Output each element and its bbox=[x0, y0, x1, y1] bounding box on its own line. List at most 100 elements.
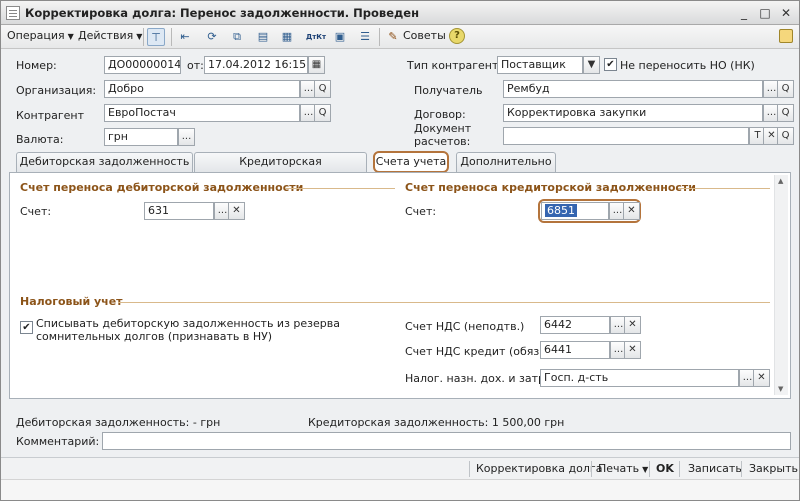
writeoff-label: Списывать дебиторскую задолженность из р… bbox=[36, 317, 340, 330]
actions-menu[interactable]: Действия ▼ bbox=[78, 29, 142, 42]
vertical-scrollbar[interactable]: ▲ ▼ bbox=[774, 175, 788, 395]
command-separator bbox=[469, 461, 470, 477]
credit-account-field[interactable]: 6851 bbox=[541, 202, 609, 220]
recipient-label: Получатель bbox=[414, 84, 483, 97]
help-icon[interactable]: ? bbox=[449, 28, 465, 44]
command-separator bbox=[679, 461, 680, 477]
tab-receivables[interactable]: Дебиторская задолженность bbox=[16, 152, 193, 172]
currency-label: Валюта: bbox=[16, 133, 64, 146]
print-menu[interactable]: Печать ▼ bbox=[598, 462, 648, 475]
contract-label: Договор: bbox=[414, 108, 466, 121]
close-icon[interactable]: ✕ bbox=[753, 369, 770, 387]
calendar-icon[interactable]: ▦ bbox=[308, 56, 325, 74]
search-icon[interactable]: Q bbox=[777, 104, 794, 122]
copy-icon[interactable]: ⧉ bbox=[228, 28, 246, 46]
window-title: Корректировка долга: Перенос задолженнос… bbox=[25, 6, 420, 20]
save-button[interactable]: Записать bbox=[688, 462, 742, 475]
debit-account-label: Счет: bbox=[20, 205, 52, 218]
number-field[interactable]: ДО00000014 bbox=[104, 56, 181, 74]
comment-label: Комментарий: bbox=[16, 435, 100, 448]
writeoff-checkbox[interactable]: ✔ bbox=[20, 321, 33, 334]
based-on-icon[interactable]: ▤ bbox=[254, 28, 272, 46]
document-window: Корректировка долга: Перенос задолженнос… bbox=[0, 0, 800, 501]
vat-unconfirmed-field[interactable]: 6442 bbox=[540, 316, 610, 334]
comment-field[interactable] bbox=[102, 432, 791, 450]
organization-label: Организация: bbox=[16, 84, 97, 97]
title-bar: Корректировка долга: Перенос задолженнос… bbox=[1, 1, 799, 25]
chevron-down-icon[interactable]: ▼ bbox=[583, 56, 600, 74]
tab-accounts[interactable]: Счета учета bbox=[373, 151, 449, 173]
correction-button[interactable]: Корректировка долга bbox=[476, 462, 602, 475]
section-divider bbox=[678, 188, 770, 189]
currency-select-button[interactable]: ... bbox=[178, 128, 195, 146]
bottom-command-bar: Корректировка долга Печать ▼ OK Записать … bbox=[1, 457, 799, 479]
report-icon[interactable]: ▣ bbox=[331, 28, 349, 46]
tax-purpose-label: Налог. назн. дох. и затр.: bbox=[405, 372, 553, 385]
close-icon[interactable]: ✕ bbox=[228, 202, 245, 220]
status-bar bbox=[1, 479, 799, 500]
counterparty-field[interactable]: ЕвроПостач bbox=[104, 104, 300, 122]
vat-unconfirmed-label: Счет НДС (неподтв.) bbox=[405, 320, 525, 333]
writeoff-label-2: сомнительных долгов (признавать в НУ) bbox=[36, 330, 273, 343]
document-icon bbox=[6, 6, 20, 20]
close-button[interactable]: ✕ bbox=[778, 5, 794, 21]
tax-purpose-field[interactable]: Госп. д-сть bbox=[540, 369, 739, 387]
debit-section-title: Счет переноса дебиторской задолженности bbox=[20, 181, 304, 194]
refresh-icon[interactable]: ⟳ bbox=[203, 28, 221, 46]
command-separator bbox=[591, 461, 592, 477]
toolbar-separator bbox=[171, 28, 172, 46]
ok-button[interactable]: OK bbox=[656, 462, 674, 475]
close-icon[interactable]: ✕ bbox=[624, 316, 641, 334]
minimize-button[interactable]: _ bbox=[736, 5, 752, 21]
date-label: от: bbox=[187, 59, 204, 72]
command-separator bbox=[649, 461, 650, 477]
vat-credit-field[interactable]: 6441 bbox=[540, 341, 610, 359]
structure-sub-icon[interactable]: ▦ bbox=[278, 28, 296, 46]
no-transfer-checkbox[interactable]: ✔ bbox=[604, 58, 617, 71]
credit-total: Кредиторская задолженность: 1 500,00 грн bbox=[308, 416, 565, 429]
credit-section-title: Счет переноса кредиторской задолженности bbox=[405, 181, 696, 194]
toolbar-separator bbox=[143, 28, 144, 46]
tab-payables[interactable]: Кредиторская задолженность bbox=[194, 152, 367, 186]
lock-icon[interactable] bbox=[779, 29, 793, 43]
maximize-button[interactable]: □ bbox=[757, 5, 773, 21]
tab-panel-accounts: Счет переноса дебиторской задолженности … bbox=[9, 172, 791, 399]
date-field[interactable]: 17.04.2012 16:15:23 bbox=[204, 56, 308, 74]
tax-section-title: Налоговый учет bbox=[20, 295, 123, 308]
debit-account-field[interactable]: 631 bbox=[144, 202, 214, 220]
command-separator bbox=[741, 461, 742, 477]
search-icon[interactable]: Q bbox=[777, 127, 794, 145]
organization-field[interactable]: Добро bbox=[104, 80, 300, 98]
dtkt-icon[interactable]: ДтКт bbox=[306, 28, 326, 46]
currency-field[interactable]: грн bbox=[104, 128, 178, 146]
close-form-button[interactable]: Закрыть bbox=[749, 462, 798, 475]
contractor-type-label: Тип контрагента: bbox=[407, 59, 509, 72]
credit-account-label: Счет: bbox=[405, 205, 437, 218]
search-icon[interactable]: Q bbox=[314, 104, 331, 122]
no-transfer-label: Не переносить НО (НК) bbox=[620, 59, 755, 72]
operation-menu[interactable]: Операция ▼ bbox=[7, 29, 74, 42]
contractor-type-select[interactable]: Поставщик bbox=[497, 56, 583, 74]
tab-additional[interactable]: Дополнительно bbox=[456, 152, 556, 172]
settlement-doc-label: Документ bbox=[414, 122, 472, 135]
number-label: Номер: bbox=[16, 59, 57, 72]
recipient-field[interactable]: Рембуд bbox=[503, 80, 763, 98]
list-icon[interactable]: ☰ bbox=[356, 28, 374, 46]
debit-total: Дебиторская задолженность: - грн bbox=[16, 416, 221, 429]
structure-icon[interactable]: ⊤ bbox=[147, 28, 165, 46]
search-icon[interactable]: Q bbox=[777, 80, 794, 98]
settlement-doc-label-2: расчетов: bbox=[414, 135, 471, 148]
credit-account-selected-text: 6851 bbox=[545, 204, 577, 217]
settlement-doc-field[interactable] bbox=[503, 127, 749, 145]
post-icon[interactable]: ⇤ bbox=[176, 28, 194, 46]
contract-field[interactable]: Корректировка закупки bbox=[503, 104, 763, 122]
tips-icon[interactable]: ✎ bbox=[384, 28, 402, 46]
scroll-up-icon[interactable]: ▲ bbox=[778, 177, 783, 185]
section-divider bbox=[285, 188, 395, 189]
tips-button[interactable]: Советы bbox=[403, 29, 446, 42]
close-icon[interactable]: ✕ bbox=[624, 341, 641, 359]
counterparty-label: Контрагент bbox=[16, 109, 85, 122]
close-icon[interactable]: ✕ bbox=[623, 202, 640, 220]
search-icon[interactable]: Q bbox=[314, 80, 331, 98]
scroll-down-icon[interactable]: ▼ bbox=[778, 385, 783, 393]
